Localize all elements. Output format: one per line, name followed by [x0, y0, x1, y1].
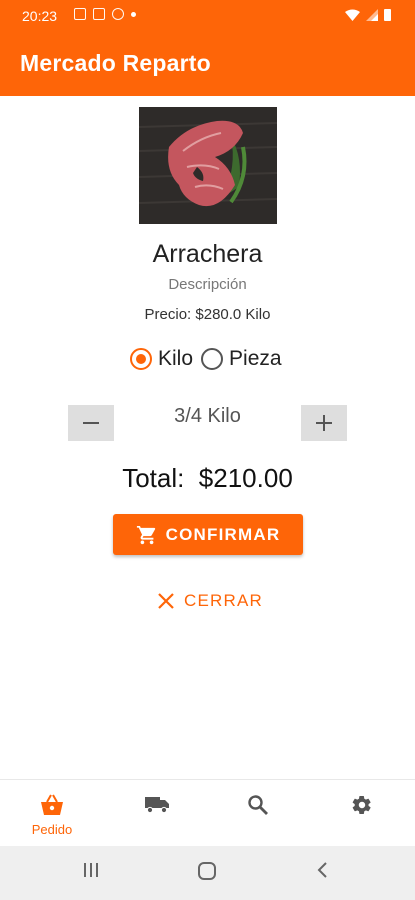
- nav-item-pedido[interactable]: Pedido: [0, 780, 104, 847]
- nav-item-search[interactable]: [207, 780, 311, 847]
- search-icon: [248, 795, 268, 815]
- recent-apps-icon[interactable]: [81, 860, 101, 880]
- app-title: Mercado Reparto: [20, 50, 211, 76]
- signal-icon: [366, 9, 378, 21]
- battery-icon: [384, 9, 391, 21]
- meat-photo: [139, 107, 277, 224]
- nav-label-pedido: Pedido: [31, 822, 73, 837]
- radio-checked-icon: [130, 348, 152, 370]
- app-header: 20:23 Mercado Reparto: [0, 0, 415, 96]
- product-price: Precio: $280.0 Kilo: [144, 306, 271, 323]
- radio-kilo[interactable]: Kilo: [130, 347, 193, 371]
- gallery-notification-icon: [74, 8, 86, 20]
- quantity-value: 3/4 Kilo: [174, 405, 241, 427]
- more-notifications-icon: [131, 12, 136, 17]
- status-time: 20:23: [22, 8, 58, 24]
- system-navigation-bar: [0, 846, 415, 900]
- close-button[interactable]: CERRAR: [156, 588, 263, 614]
- plus-icon: [316, 415, 332, 431]
- radio-pieza-label: Pieza: [229, 347, 282, 370]
- image-notification-icon: [93, 8, 105, 20]
- gear-icon: [352, 796, 371, 814]
- confirm-label: CONFIRMAR: [165, 524, 281, 544]
- home-icon[interactable]: [196, 860, 218, 882]
- wifi-icon: [345, 9, 360, 21]
- increase-quantity-button[interactable]: [301, 405, 347, 441]
- bottom-navigation: Pedido: [0, 779, 415, 846]
- nav-item-delivery[interactable]: [104, 780, 208, 847]
- back-icon[interactable]: [314, 860, 330, 880]
- notification-icons: [74, 8, 136, 20]
- product-image: [139, 107, 277, 224]
- radio-kilo-label: Kilo: [158, 347, 194, 370]
- product-description: Descripción: [168, 276, 247, 293]
- product-name: Arrachera: [152, 240, 263, 268]
- confirm-button[interactable]: CONFIRMAR: [113, 514, 303, 555]
- radio-pieza[interactable]: Pieza: [201, 347, 282, 371]
- cart-icon: [136, 525, 155, 544]
- truck-icon: [145, 797, 169, 814]
- sync-notification-icon: [112, 8, 124, 20]
- unit-selector: Kilo Pieza: [130, 347, 282, 371]
- nav-item-settings[interactable]: [311, 780, 415, 847]
- screen: 20:23 Mercado Reparto Arrachera Descripc…: [0, 0, 415, 900]
- close-icon: [158, 593, 174, 609]
- close-label: CERRAR: [184, 591, 263, 610]
- system-status-icons: [345, 9, 391, 21]
- order-total: Total: $210.00: [122, 463, 293, 493]
- status-bar: 20:23: [0, 0, 415, 34]
- basket-icon: [41, 794, 63, 815]
- radio-unchecked-icon: [201, 348, 224, 370]
